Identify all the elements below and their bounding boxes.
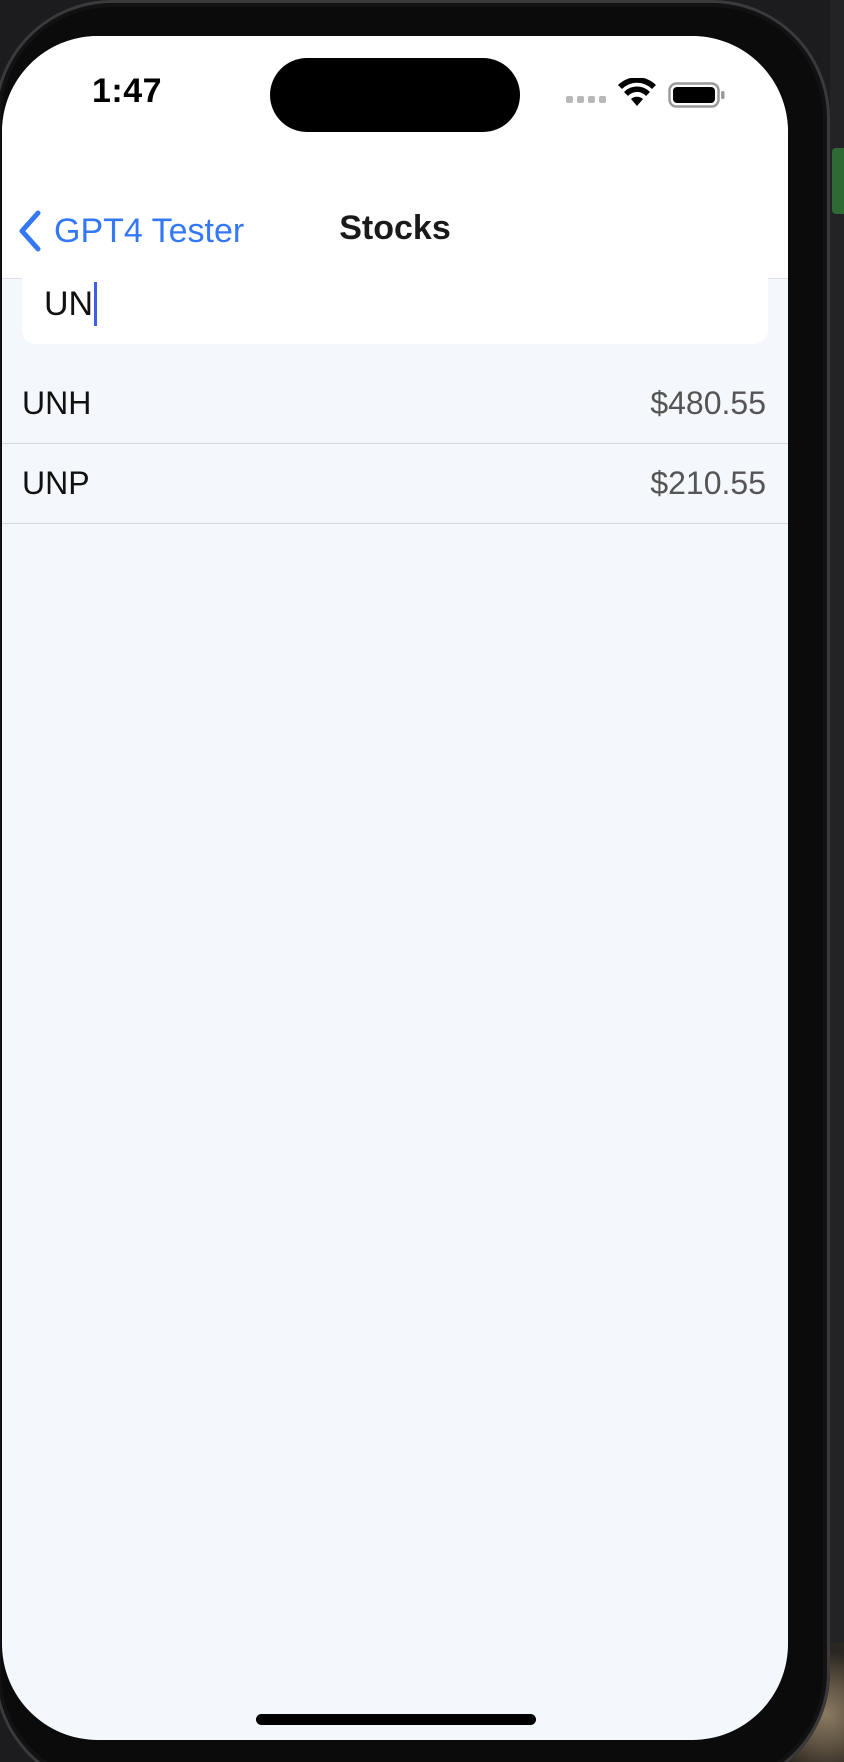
back-button-label: GPT4 Tester: [54, 211, 245, 250]
stock-price: $210.55: [650, 465, 766, 501]
status-time: 1:47: [92, 72, 163, 110]
text-caret: [94, 282, 98, 326]
battery-icon: [668, 82, 725, 108]
navigation-bar: GPT4 Tester Stocks: [2, 154, 788, 279]
chevron-left-icon: [19, 210, 41, 252]
back-button[interactable]: GPT4 Tester: [14, 206, 244, 256]
stock-list: UNH $480.55 UNP $210.55: [2, 364, 788, 524]
stock-row[interactable]: UNH $480.55: [2, 364, 788, 444]
background-window-edge: [830, 0, 844, 1762]
phone-screen: 1:47 GPT4 Tester Stocks UN UNH $480.55 U…: [2, 36, 788, 1740]
stock-search-input[interactable]: UN: [22, 264, 768, 344]
stock-symbol: UNH: [22, 385, 92, 421]
desktop-background: 1:47 GPT4 Tester Stocks UN UNH $480.55 U…: [0, 0, 844, 1762]
search-input-value: UN: [44, 284, 94, 323]
dynamic-island: [270, 58, 520, 132]
cellular-signal-icon: [566, 96, 606, 104]
page-title-text: Stocks: [339, 209, 451, 247]
wifi-icon: [618, 78, 656, 106]
background-window-accent: [832, 148, 844, 214]
stock-symbol: UNP: [22, 465, 90, 501]
stock-price: $480.55: [650, 385, 766, 421]
home-indicator[interactable]: [256, 1714, 536, 1725]
stock-row[interactable]: UNP $210.55: [2, 444, 788, 524]
status-bar: 1:47: [2, 36, 788, 154]
phone-frame: 1:47 GPT4 Tester Stocks UN UNH $480.55 U…: [0, 0, 830, 1762]
